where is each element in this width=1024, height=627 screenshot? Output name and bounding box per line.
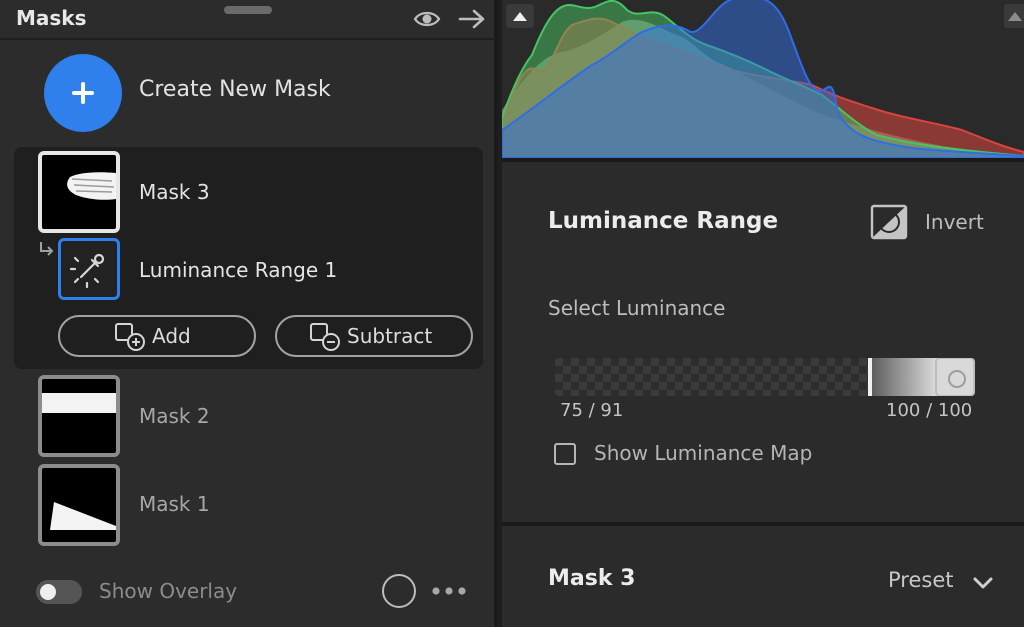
luminance-low-handle[interactable] xyxy=(868,358,872,396)
shadow-clipping-toggle[interactable] xyxy=(506,4,534,28)
luminance-range-thumbnail[interactable] xyxy=(58,238,120,300)
luminance-range-title: Luminance Range xyxy=(548,208,779,234)
masks-panel: Masks Create New Mask Mask 3 Luminance R… xyxy=(0,0,498,627)
triangle-up-icon xyxy=(1008,12,1022,21)
panel-header: Masks xyxy=(0,0,494,40)
triangle-up-icon xyxy=(513,12,527,21)
panel-title: Masks xyxy=(16,6,87,30)
subtract-label[interactable]: Subtract xyxy=(347,324,432,348)
luminance-high-readout: 100 / 100 xyxy=(886,400,973,421)
show-overlay-label[interactable]: Show Overlay xyxy=(99,579,237,603)
mask-2-label[interactable]: Mask 2 xyxy=(139,404,210,428)
highlight-clipping-toggle[interactable] xyxy=(1004,4,1024,28)
add-label[interactable]: Add xyxy=(152,324,191,348)
luminance-range-label[interactable]: Luminance Range 1 xyxy=(139,258,337,282)
histogram xyxy=(502,0,1024,158)
mask-1-label[interactable]: Mask 1 xyxy=(139,492,210,516)
preset-dropdown[interactable]: Preset xyxy=(888,568,953,592)
eyedropper-icon xyxy=(69,253,105,289)
show-overlay-toggle[interactable] xyxy=(36,580,82,604)
mask-2-thumbnail[interactable] xyxy=(38,375,120,457)
mask-1-thumbnail[interactable] xyxy=(38,464,120,546)
drag-handle[interactable] xyxy=(224,6,272,14)
create-new-mask-label[interactable]: Create New Mask xyxy=(139,77,331,102)
arrow-right-icon[interactable] xyxy=(457,8,487,30)
mask-3-thumbnail[interactable] xyxy=(38,151,120,233)
invert-label[interactable]: Invert xyxy=(925,210,984,234)
overlay-color-icon[interactable] xyxy=(382,574,416,608)
eye-icon[interactable] xyxy=(413,8,441,30)
add-shape-icon xyxy=(115,323,145,351)
show-luminance-map-label[interactable]: Show Luminance Map xyxy=(594,441,812,465)
luminance-high-handle[interactable] xyxy=(935,358,975,396)
mask-3-label[interactable]: Mask 3 xyxy=(139,180,210,204)
chevron-down-icon[interactable] xyxy=(972,575,994,591)
more-options-icon[interactable] xyxy=(431,586,467,596)
luminance-low-readout: 75 / 91 xyxy=(560,400,624,421)
mask-section-title: Mask 3 xyxy=(548,566,636,591)
invert-icon[interactable] xyxy=(870,204,908,240)
subtract-shape-icon xyxy=(310,323,340,351)
show-luminance-map-checkbox[interactable] xyxy=(554,443,576,465)
select-luminance-label: Select Luminance xyxy=(548,296,726,320)
luminance-range-slider[interactable] xyxy=(555,358,975,396)
sub-item-arrow-icon xyxy=(40,242,54,256)
create-new-mask-button[interactable] xyxy=(44,54,122,132)
